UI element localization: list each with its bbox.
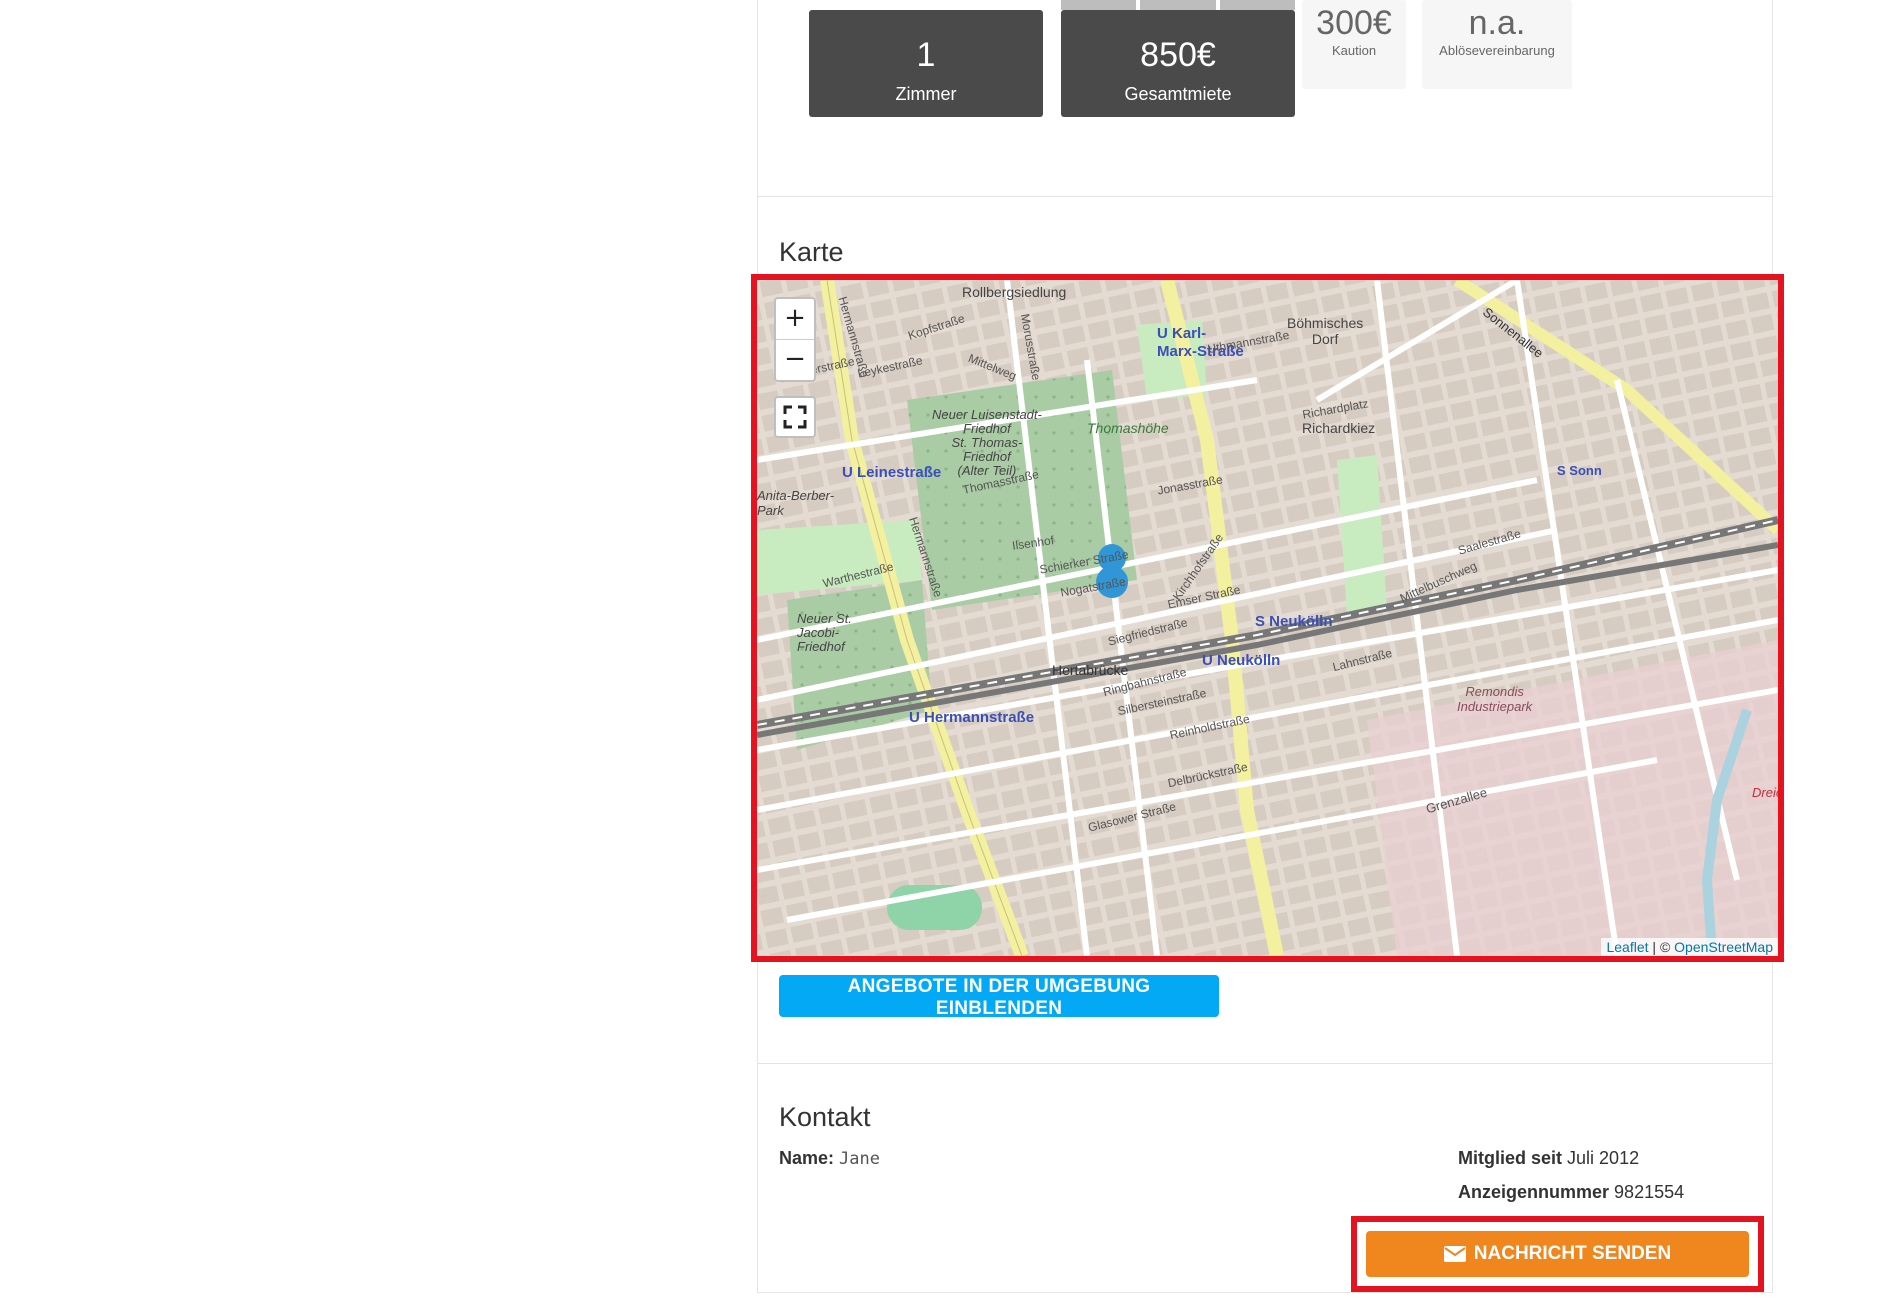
deposit-value: 300€ [1316,4,1392,42]
openstreetmap-link[interactable]: OpenStreetMap [1674,939,1773,955]
attribution-separator: | © [1648,939,1675,955]
show-nearby-offers-button[interactable]: ANGEBOTE IN DER UMGEBUNG EINBLENDEN [779,975,1219,1019]
map-label-u-neukoelln: U Neukölln [1202,652,1281,669]
ad-number-row: Anzeigennummer 9821554 [1458,1182,1684,1203]
zoom-out-button[interactable]: − [776,339,814,380]
map-label-thomashoehe: Thomashöhe [1087,420,1169,436]
send-message-button[interactable]: NACHRICHT SENDEN [1366,1231,1749,1277]
map-label-dreie: Dreie [1752,785,1784,800]
transfer-value: n.a. [1468,4,1526,42]
member-since-label: Mitglied seit [1458,1148,1563,1168]
name-value: Jane [839,1149,880,1169]
map-label-berber-park: Anita-Berber- Park [757,488,835,518]
map-label-neuer-st-jacobi: Neuer St. Jacobi- Friedhof [797,611,852,654]
transfer-label: Ablösevereinbarung [1439,43,1555,58]
map-label-s-sonnenallee: S Sonn [1557,463,1602,478]
divider [758,1063,1772,1064]
rent-tile-strip [1061,0,1295,10]
rooms-label: Zimmer [895,84,957,104]
deposit-label: Kaution [1331,43,1377,58]
map-label-s-neukoelln: S Neukölln [1255,613,1333,630]
rent-tile: 850€ Gesamtmiete [1061,0,1295,117]
contact-name-row: Name: Jane [779,1148,880,1169]
divider [758,196,1772,197]
contact-section-title: Kontakt [779,1102,871,1132]
member-since-row: Mitglied seit Juli 2012 [1458,1148,1639,1169]
deposit-tile: 300€ Kaution [1302,0,1406,89]
map-label-boehmisches-dorf: Böhmisches Dorf [1287,315,1364,347]
send-message-highlight: NACHRICHT SENDEN [1351,1216,1764,1292]
rooms-tile: 1 Zimmer [809,10,1043,117]
mail-icon [1443,1246,1466,1262]
leaflet-link[interactable]: Leaflet [1606,939,1648,955]
map-section-title: Karte [779,237,844,267]
map-container[interactable]: Rollbergsiedlung U Karl- Marx-Straße Böh… [751,274,1784,962]
map-attribution: Leaflet | © OpenStreetMap [1601,938,1778,956]
map-label-u-leinestrasse: U Leinestraße [842,464,942,481]
member-since-value: Juli 2012 [1567,1148,1640,1168]
rent-value: 850€ [1140,36,1216,74]
map-label-u-hermannstrasse: U Hermannstraße [909,709,1035,726]
map-label-rollbergsiedlung: Rollbergsiedlung [962,284,1067,300]
send-message-label: NACHRICHT SENDEN [1473,1243,1672,1264]
map-label-hertabruecke: Hertabrücke [1052,662,1129,678]
fullscreen-button[interactable] [774,396,816,438]
ad-number-value: 9821554 [1614,1182,1685,1202]
listing-card: 1 Zimmer 850€ Gesamtmiete 300€ Kaution n… [751,0,1784,1293]
rent-label: Gesamtmiete [1124,84,1232,104]
zoom-control: + − [774,297,816,382]
map-label-richardkiez: Richardkiez [1302,420,1376,436]
zoom-in-button[interactable]: + [776,299,814,339]
name-label: Name: [779,1148,835,1168]
map-label-remondis: Remondis Industriepark [1457,684,1533,714]
transfer-tile: n.a. Ablösevereinbarung [1422,0,1572,89]
fullscreen-icon [783,405,807,429]
map-label-neuer-luisenstadt: Neuer Luisenstadt- Friedhof St. Thomas- … [932,407,1042,478]
rooms-value: 1 [916,36,936,74]
ad-number-label: Anzeigennummer [1458,1182,1610,1202]
